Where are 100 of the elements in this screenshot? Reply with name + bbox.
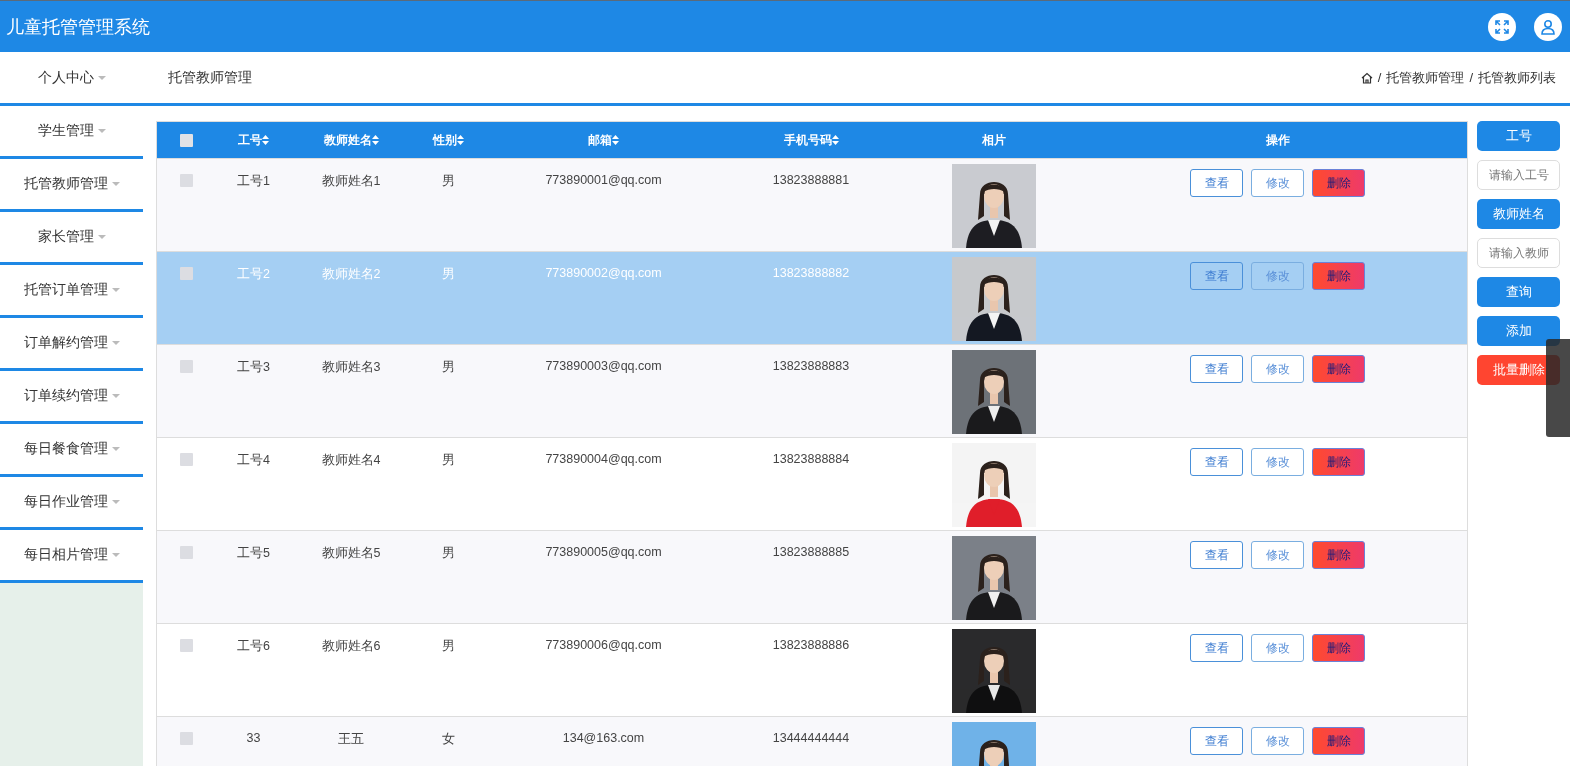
view-button[interactable]: 查看 [1190, 262, 1243, 290]
table-cell: 13823888881 [772, 173, 850, 187]
table-cell: 男 [442, 546, 455, 560]
sidebar-item[interactable]: 每日餐食管理 [0, 424, 143, 477]
table-cell: 13444444444 [772, 731, 850, 745]
fullscreen-icon[interactable] [1488, 12, 1516, 41]
row-checkbox[interactable] [180, 639, 193, 653]
home-icon[interactable] [1360, 71, 1373, 84]
sidebar-item[interactable]: 托管教师管理 [0, 159, 143, 212]
page-title: 托管教师管理 [168, 68, 253, 87]
table-cell: 773890005@qq.com [545, 545, 662, 559]
column-header[interactable]: 工号 [238, 132, 262, 147]
column-header[interactable]: 教师姓名 [323, 132, 372, 147]
row-checkbox[interactable] [180, 732, 193, 746]
input-field[interactable]: 请输入教师 [1477, 238, 1560, 268]
view-button[interactable]: 查看 [1190, 355, 1243, 383]
row-checkbox[interactable] [180, 546, 193, 560]
breadcrumb-item[interactable]: 托管教师列表 [1478, 68, 1556, 87]
column-header[interactable]: 手机号码 [783, 132, 832, 147]
table-cell: 男 [442, 360, 455, 374]
breadcrumb-separator: / [1377, 70, 1382, 85]
delete-button[interactable]: 删除 [1312, 448, 1365, 476]
field-label: 教师姓名 [1477, 199, 1560, 229]
table-cell: 13823888882 [772, 266, 850, 280]
field-label: 工号 [1477, 121, 1560, 151]
delete-button[interactable]: 删除 [1312, 727, 1365, 755]
sort-icon[interactable] [612, 135, 619, 146]
table-cell: 王五 [338, 732, 364, 746]
view-button[interactable]: 查看 [1190, 541, 1243, 569]
table-cell: 教师姓名6 [321, 639, 381, 653]
table-cell: 工号3 [237, 360, 270, 374]
view-button[interactable]: 查看 [1190, 727, 1243, 755]
sort-icon[interactable] [262, 135, 269, 146]
edit-button[interactable]: 修改 [1251, 727, 1304, 755]
column-header[interactable]: 性别 [433, 132, 457, 147]
row-checkbox[interactable] [180, 360, 193, 374]
view-button[interactable]: 查看 [1190, 634, 1243, 662]
view-button[interactable]: 查看 [1190, 448, 1243, 476]
table-cell: 773890001@qq.com [545, 173, 662, 187]
table-cell: 13823888886 [772, 638, 850, 652]
delete-button[interactable]: 删除 [1312, 169, 1365, 197]
edit-button[interactable]: 修改 [1251, 448, 1304, 476]
table-cell: 教师姓名4 [321, 453, 381, 467]
table-cell: 33 [246, 731, 261, 745]
table-cell: 工号4 [237, 453, 270, 467]
row-checkbox[interactable] [180, 267, 193, 281]
input-field[interactable]: 请输入工号 [1477, 160, 1560, 190]
edit-button[interactable]: 修改 [1251, 541, 1304, 569]
delete-button[interactable]: 删除 [1312, 355, 1365, 383]
select-all-checkbox[interactable] [180, 134, 193, 148]
sort-icon[interactable] [831, 135, 839, 146]
action-button[interactable]: 添加 [1477, 316, 1560, 346]
table-cell: 13823888885 [772, 545, 850, 559]
table-cell: 773890002@qq.com [545, 266, 662, 280]
table-cell: 男 [442, 174, 455, 188]
delete-button[interactable]: 删除 [1312, 541, 1365, 569]
app-title: 儿童托管管理系统 [6, 15, 151, 39]
edit-button[interactable]: 修改 [1251, 262, 1304, 290]
table-cell: 13823888884 [772, 452, 850, 466]
table-cell: 13823888883 [772, 359, 850, 373]
table-cell: 773890006@qq.com [545, 638, 662, 652]
edit-button[interactable]: 修改 [1251, 355, 1304, 383]
table-cell: 男 [442, 639, 455, 653]
row-checkbox[interactable] [180, 453, 193, 467]
table-cell: 工号1 [237, 174, 270, 188]
column-header[interactable]: 邮箱 [588, 132, 612, 147]
table-cell: 男 [442, 267, 455, 281]
sidebar-item[interactable]: 订单解约管理 [0, 318, 143, 371]
table-cell: 教师姓名5 [321, 546, 381, 560]
table-cell: 773890004@qq.com [545, 452, 662, 466]
action-button[interactable]: 查询 [1477, 277, 1560, 307]
table-cell: 工号6 [237, 639, 270, 653]
sidebar-item[interactable]: 每日作业管理 [0, 477, 143, 530]
edit-button[interactable]: 修改 [1251, 169, 1304, 197]
sort-icon[interactable] [457, 135, 464, 146]
sidebar-item[interactable]: 每日相片管理 [0, 530, 143, 583]
user-icon[interactable] [1534, 12, 1562, 41]
sidebar-item[interactable]: 个人中心 [0, 52, 143, 106]
breadcrumb-item[interactable]: 托管教师管理 [1386, 68, 1465, 87]
breadcrumb-separator: / [1469, 70, 1473, 85]
edit-button[interactable]: 修改 [1251, 634, 1304, 662]
sidebar-item[interactable]: 家长管理 [0, 212, 143, 265]
delete-button[interactable]: 删除 [1312, 634, 1365, 662]
sidebar-item[interactable]: 托管订单管理 [0, 265, 143, 318]
table-cell: 女 [442, 732, 455, 746]
sort-icon[interactable] [371, 135, 379, 146]
table-cell: 工号2 [237, 267, 270, 281]
sidebar-item[interactable]: 订单续约管理 [0, 371, 143, 424]
sidebar-item[interactable]: 学生管理 [0, 106, 143, 159]
delete-button[interactable]: 删除 [1312, 262, 1365, 290]
table-cell: 教师姓名2 [321, 267, 381, 281]
table-cell: 134@163.com [562, 731, 645, 745]
table-cell: 工号5 [237, 546, 270, 560]
table-cell: 教师姓名1 [321, 174, 381, 188]
table-cell: 男 [442, 453, 455, 467]
column-header: 操作 [1265, 132, 1290, 147]
row-checkbox[interactable] [180, 174, 193, 188]
table-cell: 773890003@qq.com [545, 359, 662, 373]
view-button[interactable]: 查看 [1190, 169, 1243, 197]
table-cell: 教师姓名3 [321, 360, 381, 374]
